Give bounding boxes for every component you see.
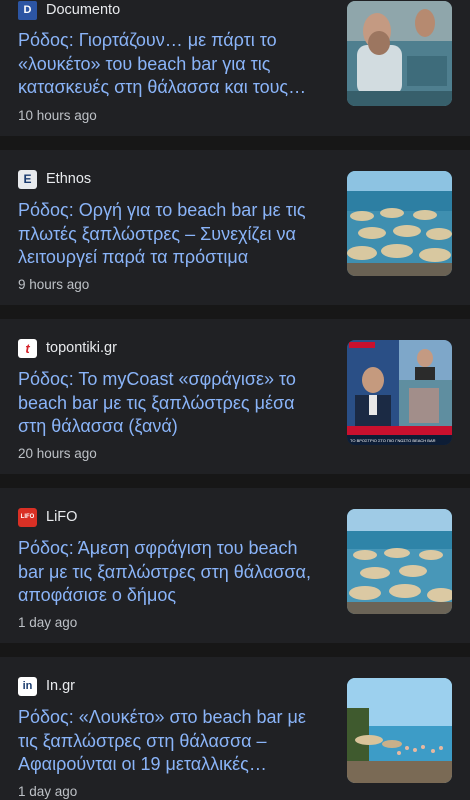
source-row: D Documento bbox=[18, 0, 120, 20]
card-divider bbox=[0, 305, 470, 319]
tv-ticker-text: ΤΟ ΒΡΟΣΤΡΙΟ ΣΤΟ ΠΙΟ ΓΝΩΣΤΟ BEACH BAR bbox=[350, 438, 436, 443]
news-card[interactable]: in In.gr Ρόδος: «Λουκέτο» στο beach bar … bbox=[0, 657, 470, 800]
source-name: Ethnos bbox=[46, 171, 92, 187]
source-row: E Ethnos bbox=[18, 169, 91, 189]
source-row: LIFO LiFO bbox=[18, 507, 77, 527]
timestamp: 9 hours ago bbox=[18, 277, 90, 292]
timestamp: 20 hours ago bbox=[18, 446, 97, 461]
news-card[interactable]: t topontiki.gr Ρόδος: Το myCoast «σφράγι… bbox=[0, 319, 470, 474]
beach-umbrellas-thumbnail[interactable] bbox=[347, 171, 452, 276]
news-card[interactable]: D Documento Ρόδος: Γιορτάζουν… με πάρτι … bbox=[0, 0, 470, 136]
source-name: In.gr bbox=[46, 678, 76, 694]
card-divider bbox=[0, 474, 470, 488]
beach-party-thumbnail[interactable] bbox=[347, 1, 452, 106]
card-divider bbox=[0, 136, 470, 150]
source-name: Documento bbox=[46, 2, 121, 18]
in-gr-logo-icon: in bbox=[18, 676, 37, 696]
news-card[interactable]: E Ethnos Ρόδος: Οργή για το beach bar με… bbox=[0, 150, 470, 305]
headline-link[interactable]: Ρόδος: Γιορτάζουν… με πάρτι το «λουκέτο»… bbox=[18, 29, 323, 100]
timestamp: 1 day ago bbox=[18, 615, 78, 630]
lifo-logo-icon: LIFO bbox=[18, 507, 37, 527]
headline-link[interactable]: Ρόδος: Το myCoast «σφράγισε» το beach ba… bbox=[18, 368, 323, 439]
beach-sea-thumbnail[interactable] bbox=[347, 678, 452, 783]
headline-link[interactable]: Ρόδος: Άμεση σφράγιση του beach bar με τ… bbox=[18, 537, 323, 608]
topontiki-logo-icon: t bbox=[18, 338, 37, 358]
timestamp: 1 day ago bbox=[18, 784, 78, 799]
source-row: in In.gr bbox=[18, 676, 75, 696]
card-divider bbox=[0, 643, 470, 657]
source-row: t topontiki.gr bbox=[18, 338, 117, 358]
source-name: LiFO bbox=[46, 509, 78, 525]
headline-link[interactable]: Ρόδος: Οργή για το beach bar με τις πλωτ… bbox=[18, 199, 323, 270]
documento-logo-icon: D bbox=[18, 0, 37, 20]
beach-umbrellas-thumbnail[interactable] bbox=[347, 509, 452, 614]
news-card[interactable]: LIFO LiFO Ρόδος: Άμεση σφράγιση του beac… bbox=[0, 488, 470, 643]
source-name: topontiki.gr bbox=[46, 340, 117, 356]
tv-news-thumbnail[interactable]: ΤΟ ΒΡΟΣΤΡΙΟ ΣΤΟ ΠΙΟ ΓΝΩΣΤΟ BEACH BAR bbox=[347, 340, 452, 445]
ethnos-logo-icon: E bbox=[18, 169, 37, 189]
news-feed: D Documento Ρόδος: Γιορτάζουν… με πάρτι … bbox=[0, 0, 470, 800]
timestamp: 10 hours ago bbox=[18, 108, 97, 123]
headline-link[interactable]: Ρόδος: «Λουκέτο» στο beach bar με τις ξα… bbox=[18, 706, 323, 777]
